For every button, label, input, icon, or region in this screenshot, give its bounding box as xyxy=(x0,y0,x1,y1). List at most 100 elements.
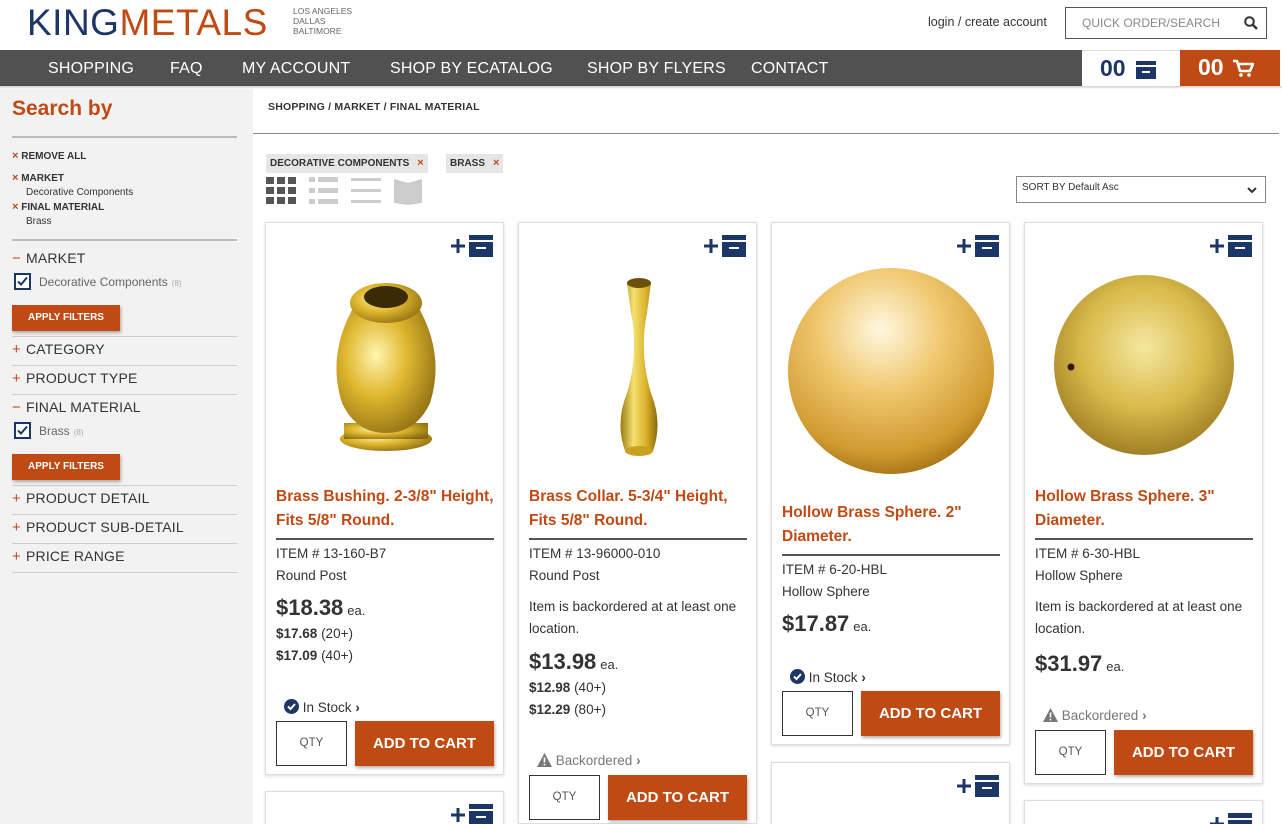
section-label: PRODUCT SUB-DETAIL xyxy=(25,519,184,535)
backorder-status-link[interactable]: Backordered › xyxy=(1043,708,1147,723)
logo-king: KING xyxy=(27,2,120,43)
filter-chip-decorative-components[interactable]: DECORATIVE COMPONENTS × xyxy=(266,154,428,173)
section-price-range[interactable]: + PRICE RANGE xyxy=(12,548,125,565)
active-filter-label: FINAL MATERIAL xyxy=(21,202,105,213)
nav-shopping[interactable]: SHOPPING xyxy=(48,60,134,78)
product-name-link[interactable]: Brass Collar. 5-3/4" Height, Fits 5/8" R… xyxy=(529,485,747,540)
add-to-quick-order-icon[interactable] xyxy=(704,235,748,257)
product-image-brass-bushing[interactable] xyxy=(266,263,505,463)
filter-chip-brass[interactable]: BRASS × xyxy=(446,154,504,173)
unit-price: $13.98 ea. xyxy=(529,649,618,675)
nav-shop-by-ecatalog[interactable]: SHOP BY ECATALOG xyxy=(390,60,553,78)
chevron-right-icon: › xyxy=(1142,708,1147,723)
product-type: Round Post xyxy=(529,568,600,583)
remove-all-link[interactable]: × REMOVE ALL xyxy=(12,150,86,162)
quantity-input[interactable]: QTY xyxy=(782,691,853,736)
search-by-title: Search by xyxy=(12,97,113,120)
add-to-quick-order-icon[interactable] xyxy=(1210,813,1254,824)
active-filter-label: MARKET xyxy=(21,173,64,184)
backorder-status-link[interactable]: Backordered › xyxy=(537,753,641,768)
quantity-input[interactable]: QTY xyxy=(529,775,600,820)
stock-label: In Stock xyxy=(808,670,858,685)
list-detail-view-icon[interactable] xyxy=(309,177,338,205)
section-product-detail[interactable]: + PRODUCT DETAIL xyxy=(12,490,150,507)
search-placeholder: QUICK ORDER/SEARCH xyxy=(1082,16,1221,30)
quick-order-search-input[interactable]: QUICK ORDER/SEARCH xyxy=(1065,7,1267,39)
product-name-link[interactable]: Hollow Brass Sphere. 3" Diameter. xyxy=(1035,485,1253,540)
add-to-quick-order-icon[interactable] xyxy=(1210,235,1254,257)
section-final-material[interactable]: − FINAL MATERIAL xyxy=(12,399,141,416)
remove-chip-icon[interactable]: × xyxy=(493,157,499,169)
apply-filters-button[interactable]: APPLY FILTERS xyxy=(12,454,120,480)
quantity-input[interactable]: QTY xyxy=(276,721,347,766)
expand-icon: + xyxy=(12,370,21,387)
product-card: Hollow Brass Sphere. 2" Diameter. ITEM #… xyxy=(771,222,1010,745)
price-value: $18.38 xyxy=(276,595,344,620)
checkbox-decorative-components[interactable] xyxy=(14,273,31,290)
login-link[interactable]: login / create account xyxy=(928,15,1047,29)
section-label: PRODUCT TYPE xyxy=(25,370,138,386)
add-to-quick-order-icon[interactable] xyxy=(451,804,495,824)
section-label: FINAL MATERIAL xyxy=(25,399,141,415)
breadcrumb[interactable]: SHOPPING / MARKET / FINAL MATERIAL xyxy=(268,101,480,113)
product-image-hollow-sphere-3in[interactable] xyxy=(1025,263,1264,463)
quick-order-counter[interactable]: 00 xyxy=(1082,50,1180,86)
product-type: Round Post xyxy=(276,568,347,583)
sidebar-divider xyxy=(12,572,237,573)
checkbox-label[interactable]: Decorative Components (8) xyxy=(39,275,182,289)
product-name-link[interactable]: Brass Bushing. 2-3/8" Height, Fits 5/8" … xyxy=(276,485,494,540)
catalog-view-icon[interactable] xyxy=(394,177,422,205)
remove-icon: × xyxy=(12,150,19,162)
add-to-cart-button[interactable]: ADD TO CART xyxy=(355,721,494,766)
product-type: Hollow Sphere xyxy=(782,584,870,599)
nav-shop-by-flyers[interactable]: SHOP BY FLYERS xyxy=(587,60,726,78)
expand-icon: + xyxy=(12,519,21,536)
checkbox-brass[interactable] xyxy=(14,422,31,439)
grid-view-icon[interactable] xyxy=(266,177,296,205)
file-box-icon xyxy=(1136,61,1156,79)
tier-price-value: $17.68 xyxy=(276,626,318,641)
active-filter-final-material[interactable]: × FINAL MATERIAL xyxy=(12,201,104,213)
price-value: $31.97 xyxy=(1035,651,1103,676)
product-name-link[interactable]: Hollow Brass Sphere. 2" Diameter. xyxy=(782,501,1000,556)
tier-price-value: $12.29 xyxy=(529,702,571,717)
site-logo[interactable]: KINGMETALS xyxy=(27,3,268,43)
remove-icon: × xyxy=(12,172,19,184)
stock-status-link[interactable]: In Stock › xyxy=(790,669,866,685)
site-header: KINGMETALS LOS ANGELES DALLAS BALTIMORE … xyxy=(0,0,1282,50)
add-to-quick-order-icon[interactable] xyxy=(957,235,1001,257)
add-to-cart-button[interactable]: ADD TO CART xyxy=(608,775,747,820)
add-to-cart-button[interactable]: ADD TO CART xyxy=(861,691,1000,736)
cart-counter[interactable]: 00 xyxy=(1180,50,1280,86)
nav-faq[interactable]: FAQ xyxy=(170,60,203,78)
tier-price: $12.98 (40+) xyxy=(529,680,606,695)
section-product-sub-detail[interactable]: + PRODUCT SUB-DETAIL xyxy=(12,519,184,536)
price-value: $13.98 xyxy=(529,649,597,674)
section-product-type[interactable]: + PRODUCT TYPE xyxy=(12,370,138,387)
active-filter-market[interactable]: × MARKET xyxy=(12,172,64,184)
nav-my-account[interactable]: MY ACCOUNT xyxy=(242,60,350,78)
add-to-quick-order-icon[interactable] xyxy=(451,235,495,257)
checkbox-label[interactable]: Brass (8) xyxy=(39,424,83,438)
stock-status-link[interactable]: In Stock › xyxy=(284,699,360,715)
list-view-icon[interactable] xyxy=(351,177,381,205)
stock-label: In Stock xyxy=(302,700,352,715)
quantity-input[interactable]: QTY xyxy=(1035,730,1106,775)
product-listing: SHOPPING / MARKET / FINAL MATERIAL DECOR… xyxy=(253,89,1282,824)
section-category[interactable]: + CATEGORY xyxy=(12,341,105,358)
search-icon[interactable] xyxy=(1244,16,1258,30)
nav-contact[interactable]: CONTACT xyxy=(751,60,829,78)
active-filter-value: Decorative Components xyxy=(26,187,134,198)
sort-dropdown[interactable]: SORT BY Default Asc xyxy=(1016,176,1266,203)
collapse-icon: − xyxy=(12,250,21,267)
product-image-brass-collar[interactable] xyxy=(519,263,758,463)
section-market[interactable]: − MARKET xyxy=(12,250,86,267)
remove-chip-icon[interactable]: × xyxy=(417,157,423,169)
add-to-quick-order-icon[interactable] xyxy=(957,775,1001,797)
product-image-hollow-sphere-2in[interactable] xyxy=(772,263,1011,479)
logo-metals: METALS xyxy=(119,2,268,43)
add-to-cart-button[interactable]: ADD TO CART xyxy=(1114,730,1253,775)
section-label: CATEGORY xyxy=(25,341,105,357)
apply-filters-button[interactable]: APPLY FILTERS xyxy=(12,305,120,331)
check-circle-icon xyxy=(790,669,805,684)
